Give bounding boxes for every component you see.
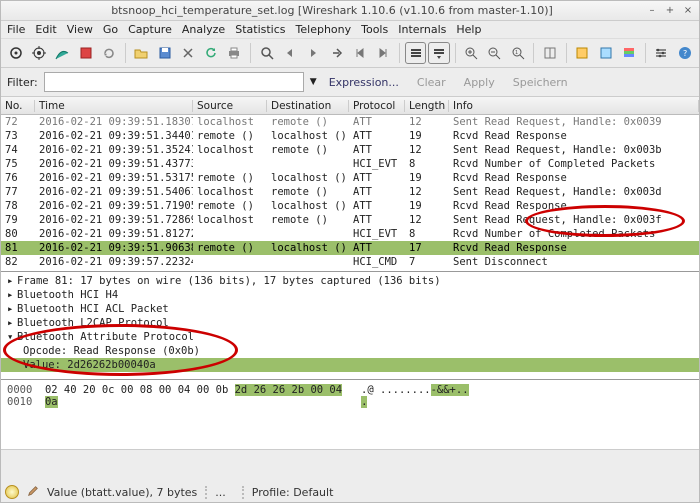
tree-hci-h4[interactable]: ▸Bluetooth HCI H4 xyxy=(1,288,699,302)
col-info[interactable]: Info xyxy=(449,100,699,112)
go-last-icon[interactable] xyxy=(373,42,394,64)
minimize-button[interactable]: – xyxy=(645,4,659,18)
col-length[interactable]: Length xyxy=(405,100,449,112)
clear-button[interactable]: Clear xyxy=(411,74,452,91)
colorize-icon[interactable] xyxy=(405,42,426,64)
packet-row[interactable]: 762016-02-21 09:39:51.531757remote ()loc… xyxy=(1,171,699,185)
menu-statistics[interactable]: Statistics xyxy=(235,23,285,36)
menu-tools[interactable]: Tools xyxy=(361,23,388,36)
col-source[interactable]: Source xyxy=(193,100,267,112)
col-destination[interactable]: Destination xyxy=(267,100,349,112)
zoom-out-icon[interactable] xyxy=(484,42,505,64)
coloring-rules-icon[interactable] xyxy=(618,42,639,64)
menu-analyze[interactable]: Analyze xyxy=(182,23,225,36)
packet-row[interactable]: 812016-02-21 09:39:51.906389remote ()loc… xyxy=(1,241,699,255)
hex-row-1[interactable]: 0010 0a 40 20 0c 00 08 00 04 00 0b 2d 26… xyxy=(7,396,693,408)
menu-internals[interactable]: Internals xyxy=(398,23,446,36)
menu-edit[interactable]: Edit xyxy=(35,23,56,36)
filter-label: Filter: xyxy=(7,76,38,89)
interfaces-icon[interactable] xyxy=(5,42,26,64)
svg-text:?: ? xyxy=(683,49,687,58)
packet-row[interactable]: 772016-02-21 09:39:51.540677localhostrem… xyxy=(1,185,699,199)
col-no[interactable]: No. xyxy=(1,100,35,112)
go-first-icon[interactable] xyxy=(349,42,370,64)
print-icon[interactable] xyxy=(224,42,245,64)
tree-opcode[interactable]: Opcode: Read Response (0x0b) xyxy=(1,344,699,358)
hex-row-0[interactable]: 0000 02 40 20 0c 00 08 00 04 00 0b 2d 26… xyxy=(7,384,693,396)
packet-row[interactable]: 732016-02-21 09:39:51.344016remote ()loc… xyxy=(1,129,699,143)
packet-row[interactable]: 802016-02-21 09:39:51.812727HCI_EVT8Rcvd… xyxy=(1,227,699,241)
menu-capture[interactable]: Capture xyxy=(128,23,172,36)
svg-text:1: 1 xyxy=(515,50,518,56)
toolbar: 1 ? xyxy=(1,39,699,68)
tree-value[interactable]: Value: 2d26262b00040a xyxy=(1,358,699,372)
statusbar: Value (btatt.value), 7 bytes ... Profile… xyxy=(1,482,699,502)
go-to-icon[interactable] xyxy=(326,42,347,64)
close-button[interactable]: × xyxy=(681,4,695,18)
menu-view[interactable]: View xyxy=(67,23,93,36)
save-icon[interactable] xyxy=(154,42,175,64)
window-title: btsnoop_hci_temperature_set.log [Wiresha… xyxy=(19,4,645,17)
help-icon[interactable]: ? xyxy=(674,42,695,64)
menubar: File Edit View Go Capture Analyze Statis… xyxy=(1,21,699,39)
packet-bytes-pane[interactable]: 0000 02 40 20 0c 00 08 00 04 00 0b 2d 26… xyxy=(1,380,699,450)
start-capture-icon[interactable] xyxy=(52,42,73,64)
go-forward-icon[interactable] xyxy=(303,42,324,64)
options-icon[interactable] xyxy=(28,42,49,64)
packet-row[interactable]: 792016-02-21 09:39:51.728690localhostrem… xyxy=(1,213,699,227)
titlebar: btsnoop_hci_temperature_set.log [Wiresha… xyxy=(1,1,699,21)
save-filter-button[interactable]: Speichern xyxy=(507,74,574,91)
status-field: Value (btatt.value), 7 bytes xyxy=(47,486,197,499)
menu-telephony[interactable]: Telephony xyxy=(296,23,352,36)
open-icon[interactable] xyxy=(131,42,152,64)
zoom-in-icon[interactable] xyxy=(461,42,482,64)
edit-icon[interactable] xyxy=(27,485,39,500)
close-file-icon[interactable] xyxy=(177,42,198,64)
packet-details-pane[interactable]: ▸Frame 81: 17 bytes on wire (136 bits), … xyxy=(1,272,699,380)
tree-frame[interactable]: ▸Frame 81: 17 bytes on wire (136 bits), … xyxy=(1,274,699,288)
filter-toolbar: Filter: ▼ Expression... Clear Apply Spei… xyxy=(1,68,699,97)
resize-columns-icon[interactable] xyxy=(539,42,560,64)
packet-row[interactable]: 782016-02-21 09:39:51.719052remote ()loc… xyxy=(1,199,699,213)
status-packets: ... xyxy=(205,486,234,499)
zoom-reset-icon[interactable]: 1 xyxy=(507,42,528,64)
packet-list-header: No. Time Source Destination Protocol Len… xyxy=(1,97,699,115)
preferences-icon[interactable] xyxy=(651,42,672,64)
find-icon[interactable] xyxy=(256,42,277,64)
stop-capture-icon[interactable] xyxy=(75,42,96,64)
expression-button[interactable]: Expression... xyxy=(323,74,405,91)
expert-info-icon[interactable] xyxy=(5,485,19,499)
status-profile[interactable]: Profile: Default xyxy=(242,486,342,499)
display-filters-icon[interactable] xyxy=(595,42,616,64)
filter-dropdown-icon[interactable]: ▼ xyxy=(310,77,317,87)
tree-l2cap[interactable]: ▸Bluetooth L2CAP Protocol xyxy=(1,316,699,330)
packet-row[interactable]: 742016-02-21 09:39:51.352419localhostrem… xyxy=(1,143,699,157)
tree-hci-acl[interactable]: ▸Bluetooth HCI ACL Packet xyxy=(1,302,699,316)
packet-list-pane[interactable]: No. Time Source Destination Protocol Len… xyxy=(1,97,699,272)
packet-row[interactable]: 722016-02-21 09:39:51.183079localhostrem… xyxy=(1,115,699,129)
reload-icon[interactable] xyxy=(200,42,221,64)
apply-button[interactable]: Apply xyxy=(458,74,501,91)
menu-go[interactable]: Go xyxy=(103,23,118,36)
menu-file[interactable]: File xyxy=(7,23,25,36)
filter-input[interactable] xyxy=(44,72,304,92)
maximize-button[interactable]: + xyxy=(663,4,677,18)
packet-row[interactable]: 752016-02-21 09:39:51.437734HCI_EVT8Rcvd… xyxy=(1,157,699,171)
packet-row[interactable]: 822016-02-21 09:39:57.223243HCI_CMD7Sent… xyxy=(1,255,699,269)
go-back-icon[interactable] xyxy=(279,42,300,64)
col-protocol[interactable]: Protocol xyxy=(349,100,405,112)
auto-scroll-icon[interactable] xyxy=(428,42,449,64)
capture-filters-icon[interactable] xyxy=(572,42,593,64)
restart-capture-icon[interactable] xyxy=(98,42,119,64)
col-time[interactable]: Time xyxy=(35,100,193,112)
menu-help[interactable]: Help xyxy=(456,23,481,36)
tree-btatt[interactable]: ▾Bluetooth Attribute Protocol xyxy=(1,330,699,344)
